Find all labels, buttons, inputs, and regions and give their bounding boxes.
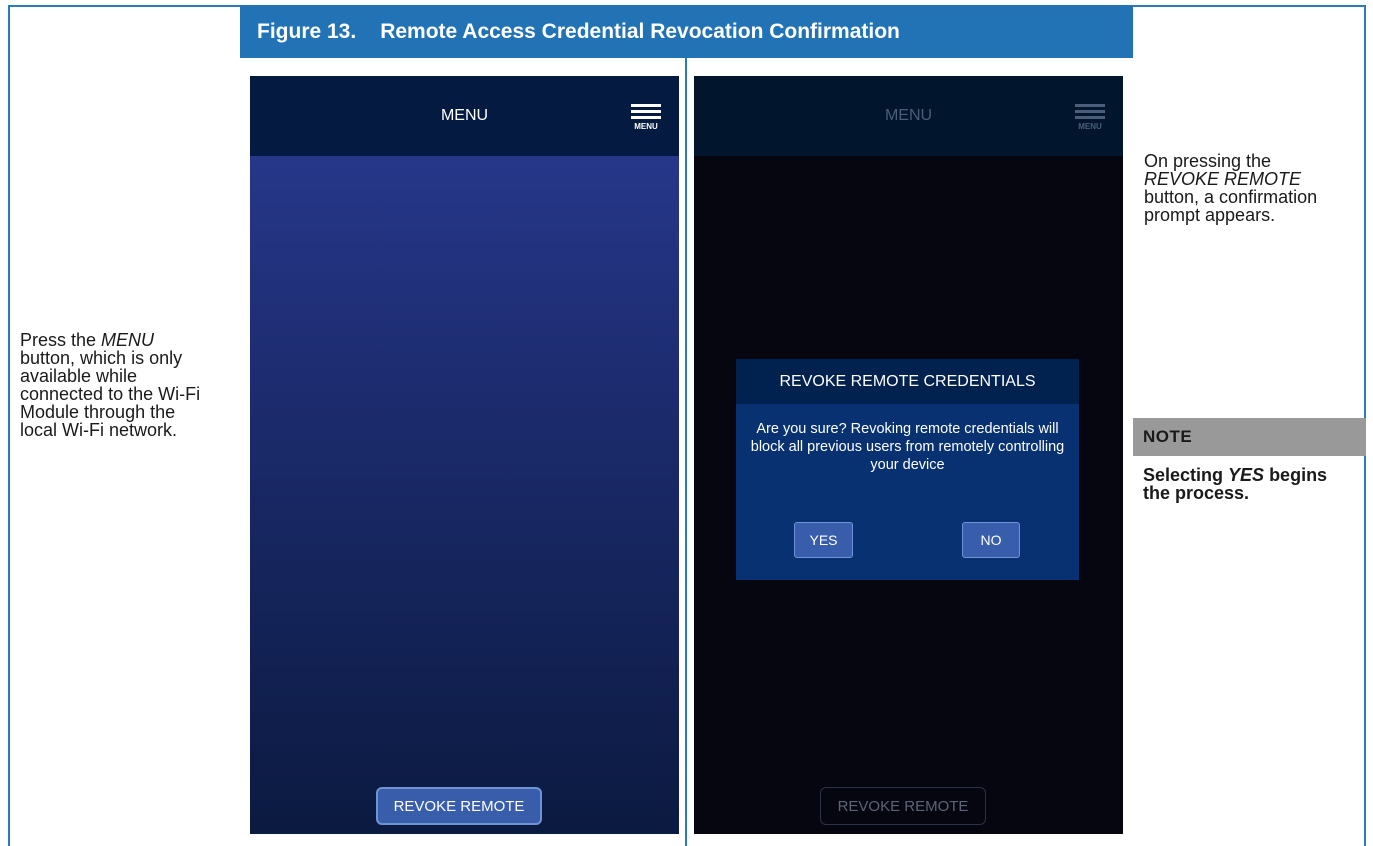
revoke-remote-button-disabled: REVOKE REMOTE	[820, 787, 986, 825]
note-body: Selecting YES begins the process.	[1143, 466, 1353, 502]
menu-title: MENU	[440, 107, 489, 124]
left-instruction: Press the MENU button, which is only ava…	[20, 331, 210, 439]
confirmation-dialog: REVOKE REMOTE CREDENTIALS Are you sure? …	[736, 359, 1079, 580]
right-instruction-pre: On pressing the	[1144, 151, 1272, 171]
note-emph: YES	[1228, 465, 1265, 485]
top-bar: MENU MENU	[250, 76, 679, 156]
figure-title: Remote Access Credential Revocation Conf…	[380, 19, 900, 43]
revoke-remote-button[interactable]: REVOKE REMOTE	[376, 787, 542, 825]
phone-screen-confirmation: MENU MENU REVOKE REMOTE CREDENTIALS Are …	[694, 76, 1123, 834]
dialog-message: Are you sure? Revoking remote credential…	[750, 421, 1065, 473]
left-instruction-post: button, which is only available while co…	[20, 348, 201, 440]
menu-button: MENU	[1075, 104, 1105, 131]
no-button[interactable]: NO	[962, 522, 1020, 558]
menu-title: MENU	[884, 107, 933, 124]
figure-number: Figure 13.	[257, 19, 357, 43]
right-instruction-emph: REVOKE REMOTE	[1144, 169, 1302, 189]
note-pre: Selecting	[1143, 465, 1229, 485]
hamburger-icon	[1075, 104, 1105, 120]
yes-button[interactable]: YES	[794, 522, 853, 558]
menu-icon-label: MENU	[634, 122, 658, 131]
figure-header: Figure 13. Remote Access Credential Revo…	[240, 5, 1133, 58]
dialog-title: REVOKE REMOTE CREDENTIALS	[736, 359, 1079, 404]
left-instruction-emph: MENU	[101, 330, 155, 350]
menu-button[interactable]: MENU	[631, 104, 661, 131]
note-heading: NOTE	[1133, 418, 1366, 456]
column-divider	[685, 58, 687, 846]
hamburger-icon	[631, 104, 661, 120]
left-instruction-pre: Press the	[20, 330, 102, 350]
top-bar: MENU MENU	[694, 76, 1123, 156]
phone-screen-menu: MENU MENU REVOKE REMOTE	[250, 76, 679, 834]
menu-icon-label: MENU	[1078, 122, 1102, 131]
right-instruction-post: button, a confirmation prompt appears.	[1144, 187, 1318, 225]
right-instruction: On pressing the REVOKE REMOTE button, a …	[1144, 152, 1344, 224]
